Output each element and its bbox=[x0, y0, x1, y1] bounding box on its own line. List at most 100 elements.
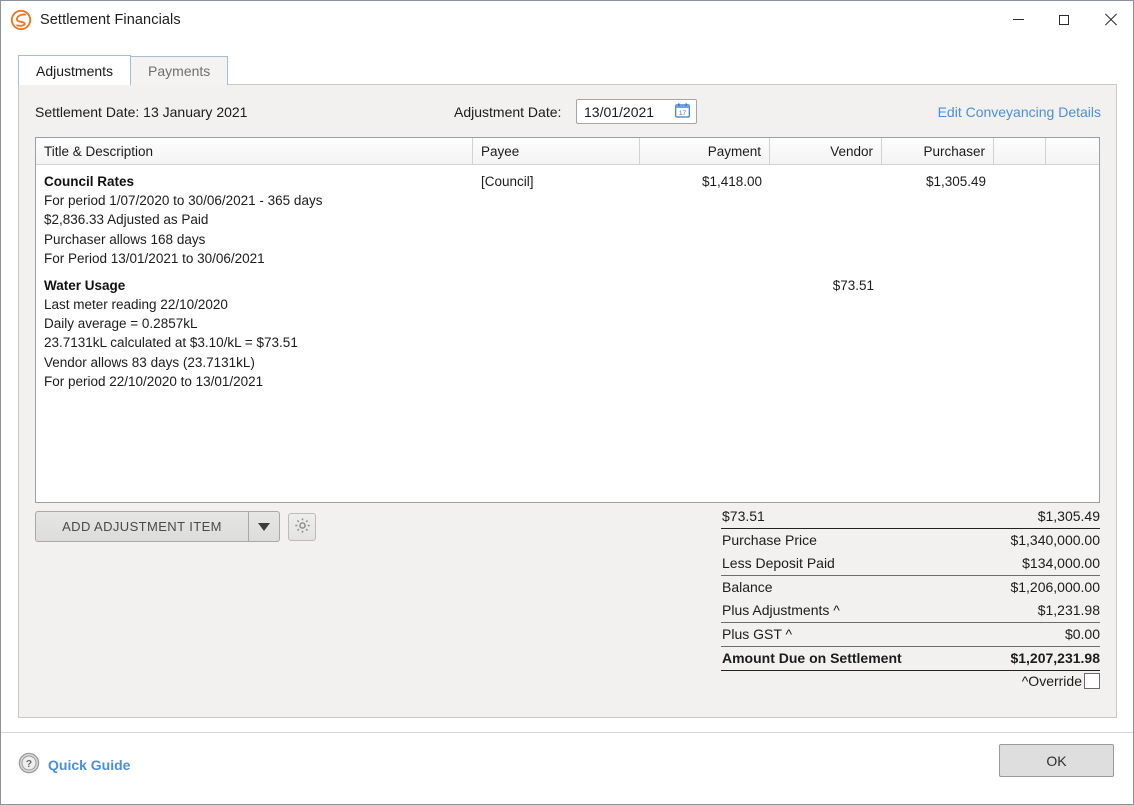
row-detail: Purchaser allows 168 days bbox=[44, 231, 206, 247]
question-mark-circle-icon: ? bbox=[18, 752, 40, 777]
tab-bar: Adjustments Payments bbox=[18, 54, 1133, 85]
row-title: Water Usage bbox=[44, 277, 126, 293]
override-checkbox[interactable] bbox=[1084, 673, 1100, 689]
row-payment: $1,418.00 bbox=[701, 174, 762, 189]
totals-row-purchase-price: Purchase Price $1,340,000.00 bbox=[721, 528, 1100, 552]
date-row: Settlement Date: 13 January 2021 Adjustm… bbox=[34, 99, 1101, 131]
column-totals-row: $73.51 $1,305.49 bbox=[721, 505, 1100, 528]
grid-body: Council Rates For period 1/07/2020 to 30… bbox=[36, 165, 1099, 392]
row-vendor bbox=[770, 172, 882, 269]
row-detail: For Period 13/01/2021 to 30/06/2021 bbox=[44, 251, 265, 267]
spiral-s-logo-icon bbox=[10, 9, 32, 31]
dialog-footer: ? Quick Guide OK bbox=[1, 732, 1133, 804]
row-detail: Vendor allows 83 days (23.7131kL) bbox=[44, 354, 255, 370]
totals-label: Purchase Price bbox=[722, 532, 817, 548]
row-detail: Last meter reading 22/10/2020 bbox=[44, 296, 228, 312]
column-header-purchaser[interactable]: Purchaser bbox=[882, 138, 994, 164]
totals-value: $134,000.00 bbox=[1022, 555, 1100, 571]
row-detail: For period 22/10/2020 to 13/01/2021 bbox=[44, 374, 264, 390]
row-payee: [Council] bbox=[481, 174, 534, 189]
adjustment-date-input[interactable]: 13/01/2021 17 bbox=[576, 99, 697, 124]
row-extra-2 bbox=[1046, 276, 1074, 392]
totals-value: $0.00 bbox=[1064, 626, 1100, 642]
column-header-payment[interactable]: Payment bbox=[640, 138, 770, 164]
override-label: ^Override bbox=[1021, 673, 1082, 689]
row-title: Council Rates bbox=[44, 174, 135, 189]
svg-text:17: 17 bbox=[679, 110, 687, 117]
close-icon bbox=[1104, 13, 1117, 26]
chevron-down-icon bbox=[258, 522, 270, 531]
totals-value: $1,340,000.00 bbox=[1010, 532, 1100, 548]
column-header-extra-2[interactable] bbox=[1046, 138, 1074, 164]
amount-due-label: Amount Due on Settlement bbox=[722, 650, 902, 666]
adjustment-date-label: Adjustment Date: bbox=[454, 104, 562, 120]
row-title-cell: Water Usage Last meter reading 22/10/202… bbox=[36, 276, 473, 392]
totals-row-amount-due: Amount Due on Settlement $1,207,231.98 bbox=[721, 646, 1100, 670]
adjustments-panel: Settlement Date: 13 January 2021 Adjustm… bbox=[18, 84, 1117, 718]
ok-button[interactable]: OK bbox=[999, 744, 1114, 777]
adjustment-settings-button[interactable] bbox=[288, 512, 316, 541]
table-row[interactable]: Council Rates For period 1/07/2020 to 30… bbox=[36, 165, 1099, 269]
row-detail: 23.7131kL calculated at $3.10/kL = $73.5… bbox=[44, 335, 298, 351]
totals-value: $1,206,000.00 bbox=[1010, 579, 1100, 595]
calendar-icon[interactable]: 17 bbox=[675, 102, 690, 121]
column-totals-purchaser: $1,305.49 bbox=[1037, 508, 1100, 524]
row-detail: $2,836.33 Adjusted as Paid bbox=[44, 212, 209, 228]
column-header-extra-1[interactable] bbox=[994, 138, 1046, 164]
maximize-button[interactable] bbox=[1041, 1, 1087, 38]
row-extra-1 bbox=[994, 172, 1046, 269]
row-detail: Daily average = 0.2857kL bbox=[44, 316, 198, 332]
minimize-button[interactable] bbox=[995, 1, 1041, 38]
row-detail: For period 1/07/2020 to 30/06/2021 - 365… bbox=[44, 193, 323, 208]
totals-row-less-deposit-paid: Less Deposit Paid $134,000.00 bbox=[721, 552, 1100, 575]
title-bar: Settlement Financials bbox=[1, 1, 1133, 38]
main-content: Settlement Date: 13 January 2021 Adjustm… bbox=[18, 84, 1117, 718]
add-adjustment-item-button[interactable]: ADD ADJUSTMENT ITEM bbox=[36, 512, 249, 541]
add-adjustment-item-split-button[interactable]: ADD ADJUSTMENT ITEM bbox=[35, 511, 280, 542]
column-header-title[interactable]: Title & Description bbox=[36, 138, 473, 164]
tab-adjustments[interactable]: Adjustments bbox=[18, 55, 132, 85]
totals-summary: $73.51 $1,305.49 Purchase Price $1,340,0… bbox=[721, 505, 1100, 689]
override-row: ^Override bbox=[721, 670, 1100, 689]
grid-actions: ADD ADJUSTMENT ITEM bbox=[35, 511, 316, 542]
amount-due-value: $1,207,231.98 bbox=[1010, 650, 1100, 666]
edit-conveyancing-details-link[interactable]: Edit Conveyancing Details bbox=[938, 104, 1101, 120]
maximize-icon bbox=[1059, 14, 1069, 25]
totals-label: Plus Adjustments ^ bbox=[722, 602, 840, 618]
gear-icon bbox=[294, 517, 311, 537]
settlement-date-label: Settlement Date: 13 January 2021 bbox=[35, 104, 248, 120]
tab-payments-label: Payments bbox=[148, 63, 211, 79]
row-vendor: $73.51 bbox=[832, 277, 874, 293]
totals-row-plus-gst: Plus GST ^ $0.00 bbox=[721, 622, 1100, 646]
column-header-payee[interactable]: Payee bbox=[473, 138, 640, 164]
minimize-icon bbox=[1012, 19, 1024, 20]
table-row[interactable]: Water Usage Last meter reading 22/10/202… bbox=[36, 269, 1099, 392]
row-extra-1 bbox=[994, 276, 1046, 392]
adjustment-date-value: 13/01/2021 bbox=[584, 103, 655, 120]
adjustments-grid: Title & Description Payee Payment Vendor… bbox=[35, 137, 1100, 503]
window-controls bbox=[995, 1, 1133, 38]
totals-label: Balance bbox=[722, 579, 773, 595]
tab-payments[interactable]: Payments bbox=[130, 56, 229, 85]
column-totals-vendor: $73.51 bbox=[722, 508, 765, 524]
totals-row-balance: Balance $1,206,000.00 bbox=[721, 575, 1100, 599]
row-payee bbox=[473, 276, 640, 392]
settlement-financials-window: Settlement Financials Adjustments Paymen… bbox=[0, 0, 1134, 805]
row-purchaser: $1,305.49 bbox=[925, 174, 986, 189]
tab-adjustments-label: Adjustments bbox=[36, 62, 114, 79]
add-adjustment-item-dropdown-button[interactable] bbox=[249, 512, 279, 541]
grid-header-row: Title & Description Payee Payment Vendor… bbox=[36, 138, 1099, 165]
totals-row-plus-adjustments: Plus Adjustments ^ $1,231.98 bbox=[721, 599, 1100, 622]
ok-button-label: OK bbox=[1046, 752, 1067, 769]
row-payment bbox=[640, 276, 770, 392]
svg-text:?: ? bbox=[26, 758, 32, 770]
window-title: Settlement Financials bbox=[40, 11, 181, 28]
row-extra-2 bbox=[1046, 172, 1074, 269]
totals-value: $1,231.98 bbox=[1037, 602, 1100, 618]
row-title-cell: Council Rates For period 1/07/2020 to 30… bbox=[36, 172, 473, 269]
quick-guide-link[interactable]: ? Quick Guide bbox=[18, 752, 130, 777]
close-button[interactable] bbox=[1087, 1, 1133, 38]
totals-label: Less Deposit Paid bbox=[722, 555, 835, 571]
quick-guide-label: Quick Guide bbox=[48, 756, 131, 773]
column-header-vendor[interactable]: Vendor bbox=[770, 138, 882, 164]
